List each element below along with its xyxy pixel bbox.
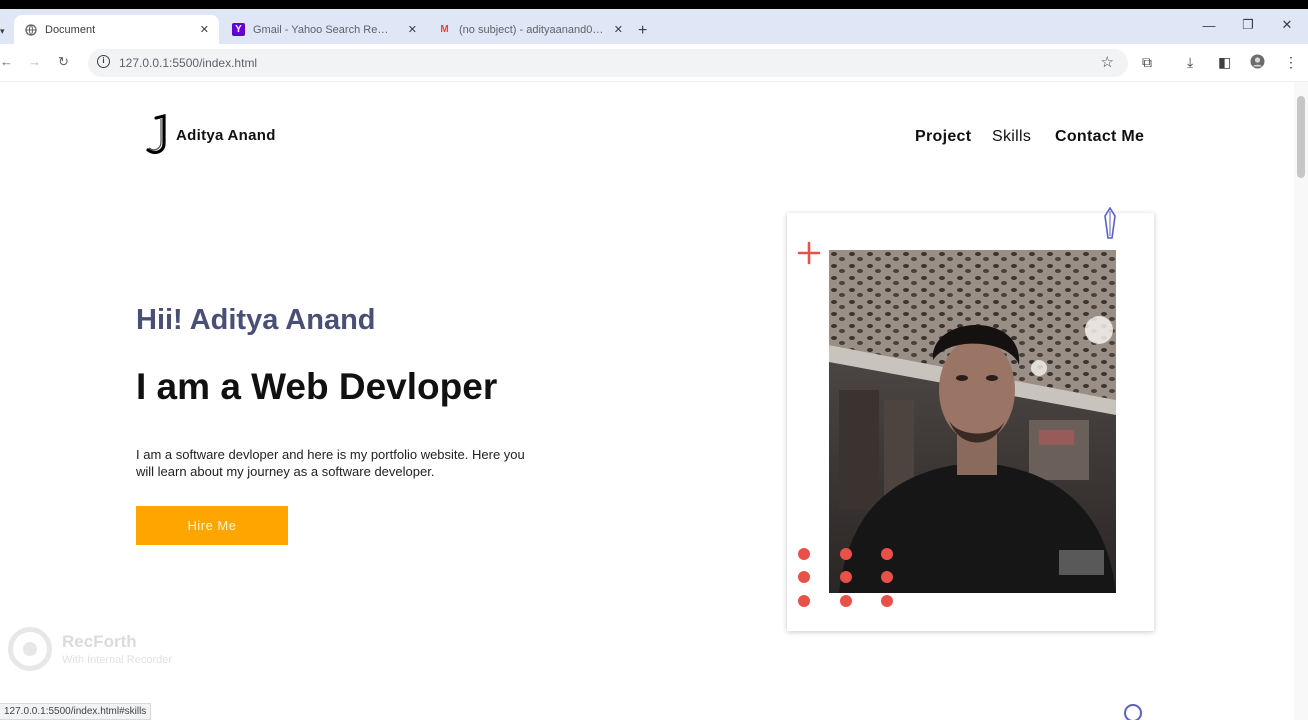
red-dot-decoration: [840, 595, 852, 607]
globe-icon: [24, 23, 37, 36]
address-url[interactable]: 127.0.0.1:5500/index.html: [119, 56, 257, 70]
red-dot-decoration: [798, 595, 810, 607]
back-arrow-icon[interactable]: ←: [0, 54, 13, 69]
record-icon: [8, 627, 52, 671]
reload-icon[interactable]: ↻: [58, 54, 69, 70]
red-dot-decoration: [881, 571, 893, 583]
nav-skills[interactable]: Skills: [992, 128, 1031, 146]
site-logo[interactable]: Aditya Anand: [142, 112, 276, 158]
close-icon[interactable]: ✕: [614, 23, 623, 36]
site-info-icon[interactable]: i: [97, 55, 110, 68]
tab-gmail[interactable]: M (no subject) - adityaanand075058... ✕: [428, 15, 633, 44]
more-options-icon[interactable]: ⋮: [1284, 54, 1298, 71]
blue-circle-decoration: [1124, 704, 1142, 720]
yahoo-icon: Y: [232, 23, 245, 36]
recorder-watermark: RecForth With Internal Recorder: [8, 627, 172, 671]
gmail-icon: M: [440, 24, 449, 35]
screen-top-border: [0, 0, 1308, 9]
red-dot-decoration: [798, 571, 810, 583]
logo-name: Aditya Anand: [176, 126, 276, 144]
browser-toolbar: ← → ↻ i 127.0.0.1:5500/index.html ☆ ⧉ ⤓ …: [0, 44, 1308, 82]
tab-document[interactable]: Document ✕: [14, 15, 219, 44]
hero-headline: I am a Web Devloper: [136, 366, 498, 407]
hero-description: I am a software devloper and here is my …: [136, 447, 525, 479]
nav-project[interactable]: Project: [915, 128, 971, 146]
forward-arrow-icon[interactable]: →: [28, 54, 41, 69]
tab-search-icon[interactable]: ▾: [0, 26, 5, 37]
red-dot-decoration: [881, 595, 893, 607]
profile-card: [787, 207, 1154, 720]
nav-contact-me[interactable]: Contact Me: [1055, 128, 1144, 146]
profile-avatar-icon[interactable]: [1250, 54, 1265, 72]
tab-yahoo[interactable]: Y Gmail - Yahoo Search Results ✕: [222, 15, 427, 44]
bookmark-star-icon[interactable]: ☆: [1101, 53, 1114, 71]
extensions-puzzle-icon[interactable]: ⧉: [1142, 54, 1152, 71]
page-viewport: Aditya Anand Project Skills Contact Me H…: [0, 82, 1294, 720]
red-dot-decoration: [798, 548, 810, 560]
profile-photo: [829, 250, 1116, 593]
watermark-title: RecForth: [62, 632, 137, 651]
close-icon[interactable]: ✕: [200, 23, 209, 36]
minimize-icon[interactable]: —: [1190, 9, 1228, 41]
tab-title: (no subject) - adityaanand075058...: [459, 23, 604, 36]
hire-me-button[interactable]: Hire Me: [136, 506, 288, 545]
page-scrollbar[interactable]: [1294, 82, 1308, 720]
tab-title: Gmail - Yahoo Search Results: [253, 23, 393, 36]
tab-strip: ▾ Document ✕ Y Gmail - Yahoo Search Resu…: [0, 9, 1308, 44]
restore-icon[interactable]: ❐: [1229, 9, 1267, 41]
link-status-bar: 127.0.0.1:5500/index.html#skills: [0, 703, 152, 720]
logo-j-mark: [142, 112, 174, 158]
hero-greeting: Hii! Aditya Anand: [136, 304, 376, 336]
watermark-subtitle: With Internal Recorder: [62, 654, 173, 666]
red-dot-decoration: [881, 548, 893, 560]
scrollbar-thumb[interactable]: [1297, 96, 1305, 178]
red-dot-decoration: [840, 571, 852, 583]
new-tab-plus-icon[interactable]: +: [638, 22, 647, 40]
close-icon[interactable]: ✕: [408, 23, 417, 36]
address-bar[interactable]: i 127.0.0.1:5500/index.html ☆: [88, 49, 1128, 77]
side-panel-icon[interactable]: ◧: [1218, 54, 1231, 71]
window-close-icon[interactable]: ✕: [1268, 9, 1306, 41]
red-plus-decoration: [797, 241, 821, 265]
download-icon[interactable]: ⤓: [1187, 54, 1193, 71]
blue-crystal-decoration: [1104, 207, 1116, 239]
tab-title: Document: [45, 23, 96, 36]
red-dot-decoration: [840, 548, 852, 560]
